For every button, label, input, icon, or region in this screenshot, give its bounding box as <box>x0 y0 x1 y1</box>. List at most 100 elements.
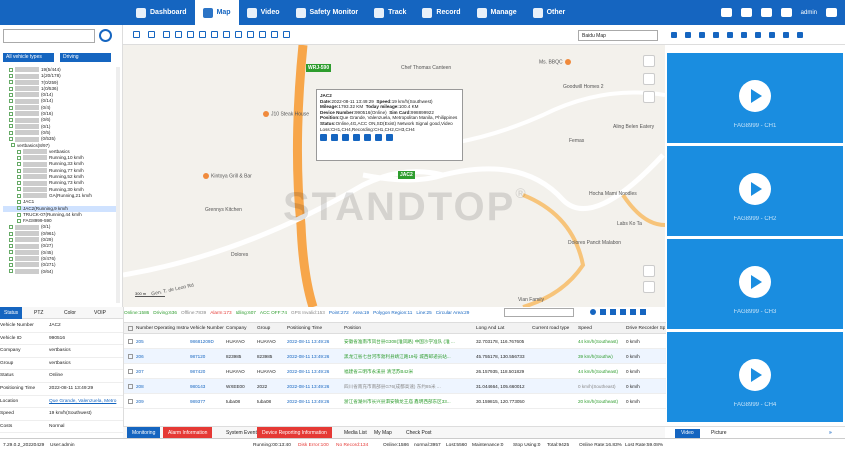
stop-icon[interactable] <box>685 32 691 38</box>
tree-checkbox[interactable] <box>9 269 13 274</box>
tree-node[interactable]: (0/64) <box>3 269 116 275</box>
draw-polygon-icon[interactable] <box>199 31 206 38</box>
collapse-icon[interactable] <box>640 309 646 315</box>
more-icon[interactable] <box>386 134 393 142</box>
tree-checkbox[interactable] <box>9 111 13 116</box>
row-checkbox[interactable] <box>128 399 133 404</box>
traffic-icon[interactable] <box>643 73 655 85</box>
tree-checkbox[interactable] <box>9 250 13 255</box>
nav-track[interactable]: Track <box>366 0 414 25</box>
zoom-in-icon[interactable] <box>133 31 140 38</box>
tree-checkbox[interactable] <box>17 212 21 217</box>
refresh-icon[interactable] <box>590 309 596 315</box>
tree-checkbox[interactable] <box>9 124 13 129</box>
tree-checkbox[interactable] <box>17 162 21 167</box>
shirt-icon[interactable] <box>740 8 752 17</box>
tree-checkbox[interactable] <box>9 74 13 79</box>
settings-icon[interactable] <box>600 309 606 315</box>
draw-point-icon[interactable] <box>175 31 182 38</box>
play-icon[interactable] <box>739 359 771 391</box>
zoom-minus-icon[interactable] <box>643 281 655 293</box>
play-icon[interactable] <box>739 173 771 205</box>
tree-checkbox[interactable] <box>9 67 13 72</box>
map-layer-icon[interactable] <box>643 55 655 67</box>
tree-checkbox[interactable] <box>17 174 21 179</box>
nav-other[interactable]: Other <box>525 0 574 25</box>
stat-counter[interactable]: Line:25 <box>416 310 431 315</box>
table-row[interactable]: 207 987420 HUAYAO HUAYAO 2022-08-11 13:49:26… <box>124 364 666 379</box>
video-channel[interactable]: FAG8999 - CH4 <box>666 331 844 423</box>
tree-scrollbar[interactable] <box>116 67 120 303</box>
grid-filter-select[interactable] <box>504 308 574 317</box>
video-channel[interactable]: FAG8999 - CH2 <box>667 146 843 236</box>
track-icon[interactable] <box>331 134 338 142</box>
tree-checkbox[interactable] <box>17 187 21 192</box>
tab-voip[interactable]: VOIP <box>90 307 110 319</box>
tree-checkbox[interactable] <box>17 181 21 186</box>
search-area-icon[interactable] <box>247 31 254 38</box>
row-checkbox[interactable] <box>128 384 133 389</box>
info-value[interactable]: Que Grande, Valenzuela, Metro <box>49 396 123 409</box>
map-type-select[interactable]: Baidu Map <box>578 30 658 41</box>
stat-counter[interactable]: Online:1586 <box>124 310 149 315</box>
lock-icon[interactable] <box>342 134 349 142</box>
vehicle-search-input[interactable] <box>3 29 95 43</box>
stat-counter[interactable]: Area:19 <box>353 310 369 315</box>
tree-checkbox[interactable] <box>9 256 13 261</box>
expand-icon[interactable] <box>826 8 837 17</box>
layer-icon[interactable] <box>271 31 278 38</box>
volume-icon[interactable] <box>699 32 705 38</box>
nav-dashboard[interactable]: Dashboard <box>128 0 195 25</box>
stat-counter[interactable]: Circular Area:29 <box>436 310 470 315</box>
tree-checkbox[interactable] <box>9 244 13 249</box>
vehicle-marker[interactable]: JAC2 <box>398 171 415 179</box>
measure-icon[interactable] <box>223 31 230 38</box>
tree-checkbox[interactable] <box>17 200 21 205</box>
tab-ptz[interactable]: PTZ <box>30 307 47 319</box>
nav-manage[interactable]: Manage <box>469 0 525 25</box>
vehicle-marker[interactable]: WRJ-590 <box>306 64 332 72</box>
route-icon[interactable] <box>259 31 266 38</box>
video-channel[interactable]: FAG8999 - CH1 <box>667 53 843 143</box>
menu-icon[interactable] <box>671 32 677 38</box>
tree-checkbox[interactable] <box>11 143 15 148</box>
tab-video[interactable]: Video <box>675 429 700 438</box>
table-row[interactable]: 208 980143 WXEE00 2022 2022-08-11 13:49:26 四川… <box>124 379 666 394</box>
nav-map[interactable]: Map <box>194 0 239 25</box>
play-icon[interactable] <box>739 80 771 112</box>
tree-checkbox[interactable] <box>9 262 13 267</box>
camera-icon[interactable] <box>353 134 360 142</box>
video-channel[interactable]: FAG8999 - CH3 <box>667 239 843 329</box>
tree-checkbox[interactable] <box>9 225 13 230</box>
table-row[interactable]: 205 98681209D HUAYAO HUAYAO 2022-08-11 13:49… <box>124 334 666 349</box>
stat-counter[interactable]: Polygon Region:11 <box>373 310 412 315</box>
fullscreen-icon[interactable] <box>283 31 290 38</box>
message-icon[interactable] <box>375 134 382 142</box>
vehicle-type-select[interactable]: All vehicle types <box>3 53 54 62</box>
snapshot-icon[interactable] <box>727 32 733 38</box>
cloud-icon[interactable] <box>720 8 732 17</box>
stat-counter[interactable]: ACC OFF:74 <box>260 310 287 315</box>
grid-icon[interactable] <box>783 32 789 38</box>
tree-checkbox[interactable] <box>9 105 13 110</box>
tab-status[interactable]: Status <box>0 307 23 319</box>
mark-icon[interactable] <box>235 31 242 38</box>
tree-checkbox[interactable] <box>9 231 13 236</box>
tree-checkbox[interactable] <box>9 137 13 142</box>
video-icon[interactable] <box>320 134 327 142</box>
tree-checkbox[interactable] <box>9 130 13 135</box>
stat-counter[interactable]: Driving:636 <box>153 310 177 315</box>
table-row[interactable]: 209 989377 tuba08 tuba08 2022-08-11 13:49:26… <box>124 394 666 409</box>
nav-video[interactable]: Video <box>239 0 288 25</box>
fullscreen-icon[interactable] <box>797 32 803 38</box>
row-checkbox[interactable] <box>128 339 133 344</box>
stat-counter[interactable]: Offline:7839 <box>181 310 206 315</box>
tree-checkbox[interactable] <box>9 237 13 242</box>
print-icon[interactable] <box>620 309 626 315</box>
collapse-icon[interactable]: » <box>823 429 838 438</box>
split-icon[interactable] <box>769 32 775 38</box>
map-view[interactable]: Baidu Map J10 Steak House Kintoya Grill … <box>123 25 665 307</box>
draw-line-icon[interactable] <box>163 31 170 38</box>
tree-checkbox[interactable] <box>17 218 21 223</box>
stat-counter[interactable]: Point:272 <box>329 310 349 315</box>
